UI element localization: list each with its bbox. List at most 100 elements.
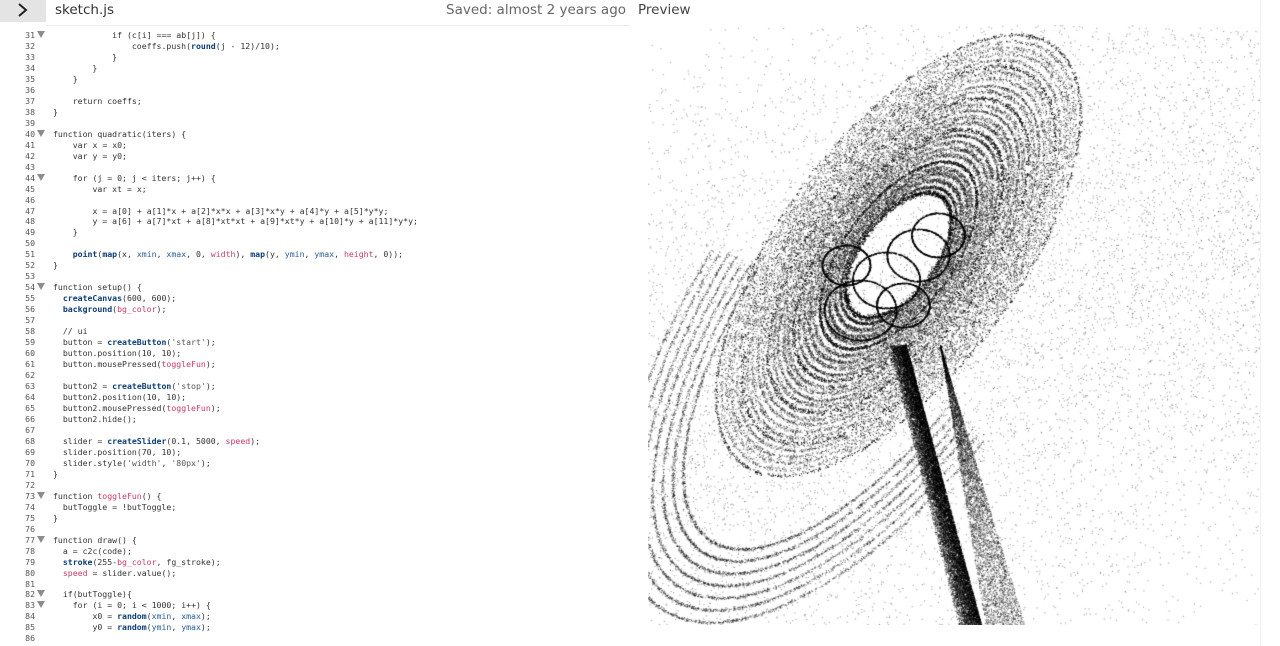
code-line[interactable]: 40 function quadratic(iters) { <box>0 129 628 140</box>
line-number: 70 <box>25 457 35 468</box>
preview-border <box>1260 0 1261 646</box>
code-text: } <box>53 260 58 271</box>
code-text: createCanvas(600, 600); <box>62 293 177 304</box>
fold-arrow-icon[interactable] <box>37 535 45 543</box>
line-number: 71 <box>25 468 35 479</box>
fold-arrow-icon[interactable] <box>37 590 45 598</box>
code-text: x = a[0] + a[1]*x + a[2]*x*x + a[3]*x*y … <box>92 205 389 216</box>
code-line[interactable]: 43 <box>0 162 628 173</box>
line-number: 51 <box>25 249 35 260</box>
code-line[interactable]: 66 button2.hide(); <box>0 414 628 425</box>
code-line[interactable]: 36 <box>0 85 628 96</box>
code-line[interactable]: 34 } <box>0 63 628 74</box>
code-line[interactable]: 75} <box>0 513 628 524</box>
code-line[interactable]: 42 var y = y0; <box>0 151 628 162</box>
line-number: 46 <box>25 194 35 205</box>
code-line[interactable]: 33 } <box>0 52 628 63</box>
line-number: 64 <box>25 392 35 402</box>
code-line[interactable]: 55 createCanvas(600, 600); <box>0 293 628 304</box>
code-line[interactable]: 37 return coeffs; <box>0 96 628 107</box>
code-line[interactable]: 86 <box>0 633 628 644</box>
code-text: } <box>53 227 78 238</box>
save-status: Saved: almost 2 years ago <box>446 2 627 18</box>
fold-arrow-icon[interactable] <box>37 283 45 291</box>
code-line[interactable]: 72 <box>0 480 628 491</box>
code-line[interactable]: 59 button = createButton('start'); <box>0 337 628 348</box>
line-number: 85 <box>25 622 35 633</box>
fold-arrow-icon[interactable] <box>37 31 45 38</box>
code-text: button = createButton('start'); <box>62 337 216 348</box>
code-text: button2.mousePressed(toggleFun); <box>62 402 221 413</box>
code-line[interactable]: 67 <box>0 425 628 436</box>
code-text: // ui <box>53 326 88 337</box>
code-line[interactable]: 74 butToggle = !butToggle; <box>0 502 628 513</box>
line-number: 79 <box>25 556 35 567</box>
line-number: 62 <box>25 370 35 381</box>
fold-arrow-icon[interactable] <box>37 173 45 181</box>
code-line[interactable]: 53 <box>0 271 628 282</box>
fold-arrow-icon[interactable] <box>37 601 45 609</box>
code-line[interactable]: 80 speed = slider.value(); <box>0 568 628 579</box>
code-line[interactable]: 49 } <box>0 227 628 238</box>
code-line[interactable]: 38} <box>0 107 628 118</box>
code-line[interactable]: 47 x = a[0] + a[1]*x + a[2]*x*x + a[3]*x… <box>0 206 628 217</box>
line-number: 59 <box>25 337 35 348</box>
code-line[interactable]: 50 <box>0 238 628 249</box>
code-line[interactable]: 65 button2.mousePressed(toggleFun); <box>0 403 628 414</box>
code-line[interactable]: 41 var x = x0; <box>0 140 628 151</box>
code-line[interactable]: 52} <box>0 260 628 271</box>
code-line[interactable]: 44 for (j = 0; j < iters; j++) { <box>0 173 628 184</box>
code-line[interactable]: 78 a = c2c(code); <box>0 546 628 557</box>
code-line[interactable]: 48 y = a[6] + a[7]*xt + a[8]*xt*xt + a[9… <box>0 216 628 227</box>
code-text: for (i = 0; i < 1000; i++) { <box>72 600 211 611</box>
code-text: var y = y0; <box>72 150 127 161</box>
code-editor[interactable]: 31 if (c[i] === ab[j]) {32 coeffs.push(r… <box>0 26 628 646</box>
code-line[interactable]: 83 for (i = 0; i < 1000; i++) { <box>0 600 628 611</box>
fold-arrow-icon[interactable] <box>37 491 45 499</box>
code-line[interactable]: 39 <box>0 118 628 129</box>
code-line[interactable]: 45 var xt = x; <box>0 184 628 195</box>
code-line[interactable]: 46 <box>0 195 628 206</box>
code-text: } <box>53 512 58 523</box>
line-number: 35 <box>25 73 35 84</box>
code-line[interactable]: 62 <box>0 370 628 381</box>
line-number: 80 <box>25 567 35 578</box>
code-line[interactable]: 70 slider.style('width', '80px'); <box>0 458 628 469</box>
line-number: 50 <box>25 238 35 249</box>
code-line[interactable]: 68 slider = createSlider(0.1, 5000, spee… <box>0 436 628 447</box>
code-text: } <box>53 62 98 73</box>
code-line[interactable]: 57 <box>0 315 628 326</box>
line-number: 32 <box>25 40 35 51</box>
code-line[interactable]: 81 <box>0 579 628 590</box>
code-line[interactable]: 60 button.position(10, 10); <box>0 348 628 359</box>
code-line[interactable]: 71} <box>0 469 628 480</box>
code-text: slider = createSlider(0.1, 5000, speed); <box>62 435 261 446</box>
code-line[interactable]: 63 button2 = createButton('stop'); <box>0 381 628 392</box>
code-line[interactable]: 79 stroke(255-bg_color, fg_stroke); <box>0 557 628 568</box>
code-line[interactable]: 76 <box>0 524 628 535</box>
code-line[interactable]: 64 button2.position(10, 10); <box>0 392 628 403</box>
code-text: butToggle = !butToggle; <box>62 501 177 512</box>
code-line[interactable]: 85 y0 = random(ymin, ymax); <box>0 622 628 633</box>
sidebar-toggle-button[interactable] <box>0 0 46 22</box>
code-line[interactable]: 58 // ui <box>0 326 628 337</box>
line-number: 31 <box>25 30 35 40</box>
code-line[interactable]: 77 function draw() { <box>0 535 628 546</box>
code-line[interactable]: 82 if(butToggle){ <box>0 589 628 600</box>
code-line[interactable]: 35 } <box>0 74 628 85</box>
code-line[interactable]: 31 if (c[i] === ab[j]) { <box>0 30 628 41</box>
code-line[interactable]: 69 slider.position(70, 10); <box>0 447 628 458</box>
code-line[interactable]: 56 background(bg_color); <box>0 304 628 315</box>
code-line[interactable]: 61 button.mousePressed(toggleFun); <box>0 359 628 370</box>
code-line[interactable]: 73 function toggleFun() { <box>0 491 628 502</box>
code-line[interactable]: 51 point(map(x, xmin, xmax, 0, width), m… <box>0 249 628 260</box>
line-number: 34 <box>25 62 35 73</box>
code-line[interactable]: 84 x0 = random(xmin, xmax); <box>0 611 628 622</box>
code-text: function toggleFun() { <box>53 490 162 501</box>
code-line[interactable]: 54 function setup() { <box>0 282 628 293</box>
code-line[interactable]: 32 coeffs.push(round(j - 12)/10); <box>0 41 628 52</box>
line-number: 63 <box>25 381 35 392</box>
code-text: background(bg_color); <box>62 304 167 315</box>
file-name-tab[interactable]: sketch.js <box>55 2 114 18</box>
fold-arrow-icon[interactable] <box>37 129 45 137</box>
